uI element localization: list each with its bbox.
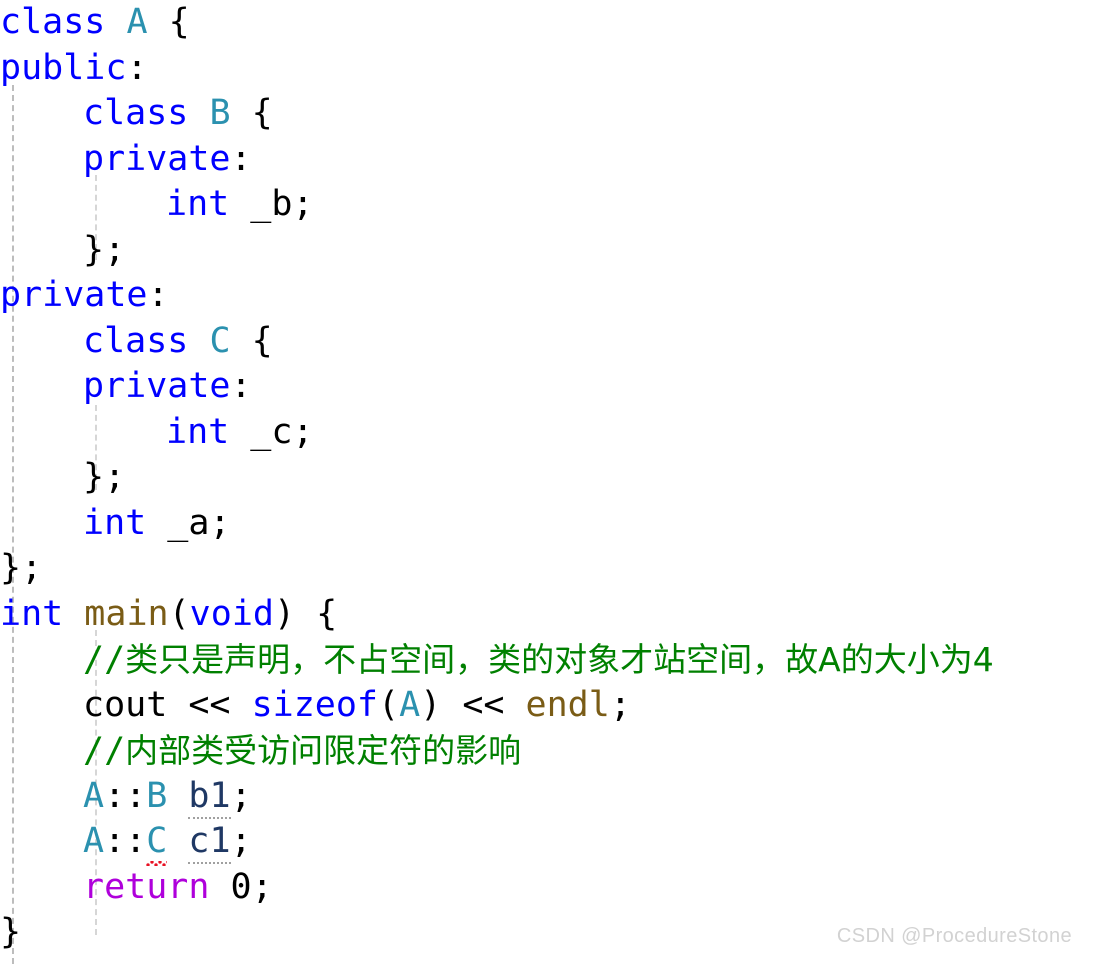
code-line[interactable]: return 0; [0,865,1094,911]
token-plain: _c; [229,411,314,452]
token-plain: : [126,47,148,88]
token-plain: }; [83,457,126,497]
code-line[interactable]: private: [0,364,1094,410]
token-type-name: C [209,320,231,361]
token-plain: : [230,138,252,179]
code-line[interactable]: A::C c1; [0,819,1094,865]
code-line[interactable]: private: [0,273,1094,319]
code-line[interactable]: int _c; [0,410,1094,456]
token-plain: ; [609,684,631,725]
token-keyword: class [83,320,189,361]
code-line[interactable]: private: [0,137,1094,183]
token-plain: ; [230,821,252,861]
code-line[interactable]: int main(void) { [0,592,1094,638]
token-keyword: private [83,366,231,406]
token-plain: ) { [273,593,338,634]
token-comment: 类只是声明，不占空间，类的对象才站空间，故A的大小为4 [125,640,994,679]
token-plain: 0; [209,866,273,907]
token-plain: { [230,320,273,361]
token-variable: c1 [188,821,231,864]
token-keyword: public [0,47,127,88]
token-keyword: int [83,502,147,543]
token-keyword: class [83,93,189,133]
token-keyword: int [0,593,64,634]
code-line[interactable]: cout << sizeof(A) << endl; [0,683,1094,729]
csdn-watermark: CSDN @ProcedureStone [836,925,1072,947]
token-comment: // [83,640,126,680]
code-line[interactable]: class B { [0,91,1094,137]
token-plain: ( [378,684,400,725]
token-keyword: class [0,2,106,42]
token-type-name: B [146,775,168,816]
code-line[interactable]: //类只是声明，不占空间，类的对象才站空间，故A的大小为4 [0,637,1094,683]
token-type-name-error: C [146,821,168,861]
token-keyword: int [166,411,230,452]
code-line[interactable]: A::B b1; [0,774,1094,820]
token-plain: _a; [146,502,231,543]
token-plain: { [230,93,273,133]
code-content[interactable]: class A {public: class B {private: int _b;… [0,0,1094,956]
code-line[interactable]: int _a; [0,501,1094,547]
token-type-name: A [83,775,105,816]
code-line[interactable]: //内部类受访问限定符的影响 [0,728,1094,774]
token-control-keyword: return [83,866,210,907]
code-line[interactable]: }; [0,546,1094,592]
token-variable: b1 [188,775,231,819]
token-plain: cout << [83,684,252,725]
token-function-name: main [84,593,169,634]
code-line[interactable]: class A { [0,0,1094,46]
token-keyword: int [166,184,230,224]
token-plain: ; [230,775,252,816]
token-comment: 内部类受访问限定符的影响 [125,731,522,770]
code-line[interactable]: int _b; [0,182,1094,228]
token-type-name: A [399,684,421,725]
code-line[interactable]: public: [0,46,1094,92]
code-line[interactable]: }; [0,455,1094,501]
code-line[interactable]: }; [0,228,1094,274]
token-plain: :: [104,821,147,861]
token-plain: : [147,275,169,315]
token-keyword: void [189,593,274,634]
token-plain: ) << [420,684,526,725]
token-type-name: A [83,821,105,861]
token-function-name: endl [525,684,610,725]
code-line[interactable]: class C { [0,319,1094,365]
token-keyword: sizeof [251,684,379,725]
code-editor-surface: class A {public: class B {private: int _b;… [0,0,1094,964]
token-keyword: private [0,275,148,315]
token-plain: _b; [229,184,314,224]
token-plain: } [0,912,22,952]
token-plain: }; [83,229,126,270]
token-type-name: A [126,2,148,42]
token-keyword: private [83,138,231,179]
token-comment: // [83,731,126,771]
token-plain: }; [0,548,43,588]
token-plain: :: [104,775,147,816]
token-type-name: B [209,93,231,133]
token-plain: { [147,2,190,42]
token-plain: ( [168,593,190,634]
token-plain: : [230,366,252,406]
